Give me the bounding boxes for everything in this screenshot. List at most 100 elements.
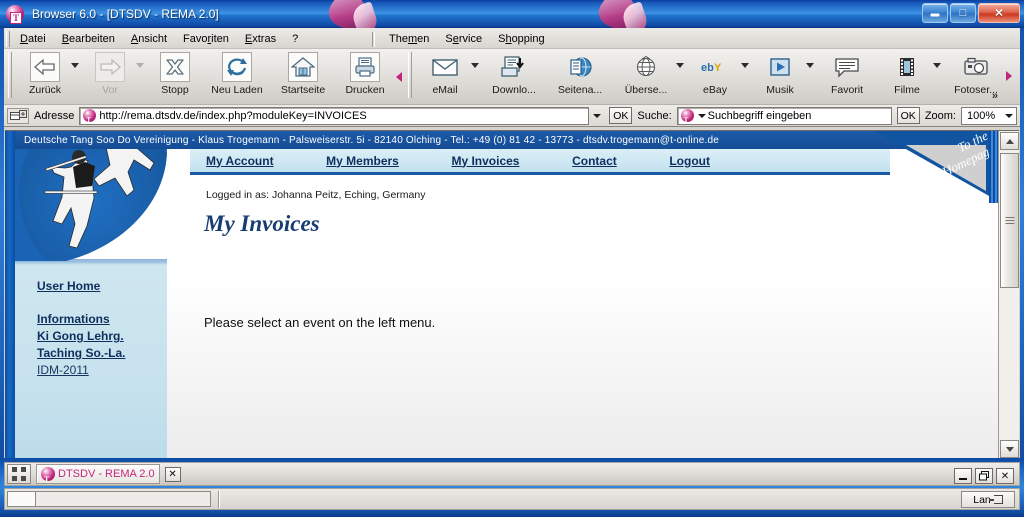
music-button[interactable]: Musik xyxy=(751,49,809,103)
top-navigation-links: My Account My Members My Invoices Contac… xyxy=(190,154,710,168)
reload-icon xyxy=(222,52,252,82)
email-button[interactable]: eMail xyxy=(416,49,474,103)
toolbar-overflow-button[interactable]: » xyxy=(992,90,998,102)
translate-globe-icon xyxy=(631,52,661,82)
menu-extras[interactable]: Extras xyxy=(237,31,284,47)
connection-status[interactable]: Lan xyxy=(961,491,1015,508)
nav-my-members[interactable]: My Members xyxy=(326,154,399,168)
nav-logout[interactable]: Logout xyxy=(669,154,710,168)
zoom-dropdown-icon[interactable] xyxy=(1001,108,1016,124)
search-input[interactable]: Suchbegriff eingeben xyxy=(676,106,892,125)
nav-my-account[interactable]: My Account xyxy=(206,154,274,168)
sidebar-item-taching-so-la[interactable]: Taching So.-La. xyxy=(37,346,167,360)
favorite-button-label: Favorit xyxy=(830,84,864,96)
left-sidebar: User Home Informations Ki Gong Lehrg. Ta… xyxy=(15,259,167,458)
home-button[interactable]: Startseite xyxy=(270,49,336,103)
search-provider-dropdown-icon[interactable] xyxy=(697,108,708,124)
home-icon xyxy=(288,52,318,82)
zoom-value: 100% xyxy=(967,109,996,122)
search-go-button[interactable]: OK xyxy=(896,107,920,124)
menu-themen[interactable]: Themen xyxy=(381,31,437,47)
back-button[interactable]: Zurück xyxy=(16,49,74,103)
top-navigation: My Account My Members My Invoices Contac… xyxy=(190,149,890,175)
search-input-placeholder: Suchbegriff eingeben xyxy=(707,109,812,122)
favorite-button[interactable]: Favorit xyxy=(816,49,878,103)
forward-button[interactable]: Vor xyxy=(81,49,139,103)
maximize-button[interactable]: □ xyxy=(950,3,976,23)
menu-shopping[interactable]: Shopping xyxy=(490,31,553,47)
contact-banner: Deutsche Tang Soo Do Vereinigung - Klaus… xyxy=(15,131,998,149)
minimize-button[interactable] xyxy=(922,3,948,23)
speech-bubble-icon xyxy=(832,52,862,82)
ebay-button[interactable]: eb Y eBay xyxy=(686,49,744,103)
taskbar-item-close-icon[interactable]: ✕ xyxy=(164,466,181,482)
print-button-label: Drucken xyxy=(345,84,385,96)
home-button-label: Startseite xyxy=(280,84,326,96)
taskbar-item-dtsdv[interactable]: DTSDV - REMA 2.0 xyxy=(36,464,160,484)
address-go-button[interactable]: OK xyxy=(609,107,633,124)
web-page: Deutsche Tang Soo Do Vereinigung - Klaus… xyxy=(5,131,998,458)
address-history-dropdown-icon[interactable] xyxy=(589,108,604,124)
toolbar-grip-1[interactable] xyxy=(8,52,12,98)
network-plug-icon xyxy=(988,495,1003,504)
ribbon-stripes xyxy=(989,131,998,203)
menu-grip[interactable] xyxy=(6,30,10,47)
page-left-rail xyxy=(5,131,15,458)
bottom-close-button[interactable]: ✕ xyxy=(996,468,1014,484)
printer-icon xyxy=(350,52,380,82)
camera-icon xyxy=(961,52,991,82)
show-desktop-icon[interactable] xyxy=(7,464,31,484)
menu-ansicht[interactable]: Ansicht xyxy=(123,31,175,47)
sidebar-item-informations[interactable]: Informations xyxy=(37,312,167,326)
films-button[interactable]: Filme xyxy=(878,49,936,103)
window-title-bar: T Browser 6.0 - [DTSDV - REMA 2.0] □ ✕ xyxy=(0,0,1024,28)
window-controls: □ ✕ xyxy=(922,3,1020,23)
page-analysis-button[interactable]: Seitena... xyxy=(547,49,613,103)
bottom-chrome: DTSDV - REMA 2.0 ✕ ✕ xyxy=(0,458,1024,517)
logo-circle xyxy=(19,149,167,267)
browser-toolbar: Zurück Vor Stopp Neu Laden Startseite Dr… xyxy=(4,49,1020,105)
sidebar-item-user-home[interactable]: User Home xyxy=(37,279,167,293)
browser-window: T Browser 6.0 - [DTSDV - REMA 2.0] □ ✕ D… xyxy=(0,0,1024,517)
sidebar-item-ki-gong-lehrg[interactable]: Ki Gong Lehrg. xyxy=(37,329,167,343)
envelope-icon xyxy=(430,52,460,82)
stop-button[interactable]: Stopp xyxy=(146,49,204,103)
sidebar-item-idm-2011[interactable]: IDM-2011 xyxy=(37,363,167,377)
toolbar-scroll-left-icon[interactable] xyxy=(396,71,402,82)
page-vertical-scrollbar[interactable] xyxy=(998,131,1019,458)
scroll-up-button[interactable] xyxy=(1000,132,1019,150)
bottom-restore-button[interactable] xyxy=(975,468,993,484)
navigation-button-group: Zurück Vor Stopp Neu Laden Startseite Dr… xyxy=(16,49,394,103)
menu-service[interactable]: Service xyxy=(437,31,490,47)
status-bar: Lan xyxy=(4,488,1020,510)
address-input[interactable]: http://rema.dtsdv.de/index.php?moduleKey… xyxy=(79,106,590,125)
reload-button[interactable]: Neu Laden xyxy=(204,49,270,103)
scroll-down-button[interactable] xyxy=(1000,440,1019,458)
forward-arrow-icon xyxy=(95,52,125,82)
menu-favoriten[interactable]: Favoriten xyxy=(175,31,237,47)
back-button-label: Zurück xyxy=(28,84,62,96)
download-button[interactable]: Downlo... xyxy=(481,49,547,103)
toolbar-scroll-right-icon[interactable] xyxy=(1006,71,1012,81)
menu-bearbeiten[interactable]: Bearbeiten xyxy=(54,31,123,47)
nav-my-invoices[interactable]: My Invoices xyxy=(451,154,519,168)
translate-button-label: Überse... xyxy=(624,84,668,96)
taskbar: DTSDV - REMA 2.0 ✕ ✕ xyxy=(4,462,1020,486)
toolbar-grip-2[interactable] xyxy=(408,52,412,98)
scrollbar-thumb[interactable] xyxy=(1000,153,1019,288)
menu-datei[interactable]: DDateiatei xyxy=(12,31,54,47)
nav-contact[interactable]: Contact xyxy=(572,154,617,168)
organization-logo[interactable] xyxy=(15,149,167,267)
menu-help[interactable]: ? xyxy=(284,31,306,47)
films-button-label: Filme xyxy=(894,84,920,96)
address-bar-icon[interactable] xyxy=(7,107,29,124)
zoom-select[interactable]: 100% xyxy=(961,106,1017,125)
print-button[interactable]: Drucken xyxy=(336,49,394,103)
photoservice-button[interactable]: Fotoser... xyxy=(943,49,1009,103)
bottom-minimize-button[interactable] xyxy=(954,468,972,484)
close-button[interactable]: ✕ xyxy=(978,3,1020,23)
status-segment xyxy=(8,492,36,506)
download-icon xyxy=(499,52,529,82)
translate-button[interactable]: Überse... xyxy=(613,49,679,103)
